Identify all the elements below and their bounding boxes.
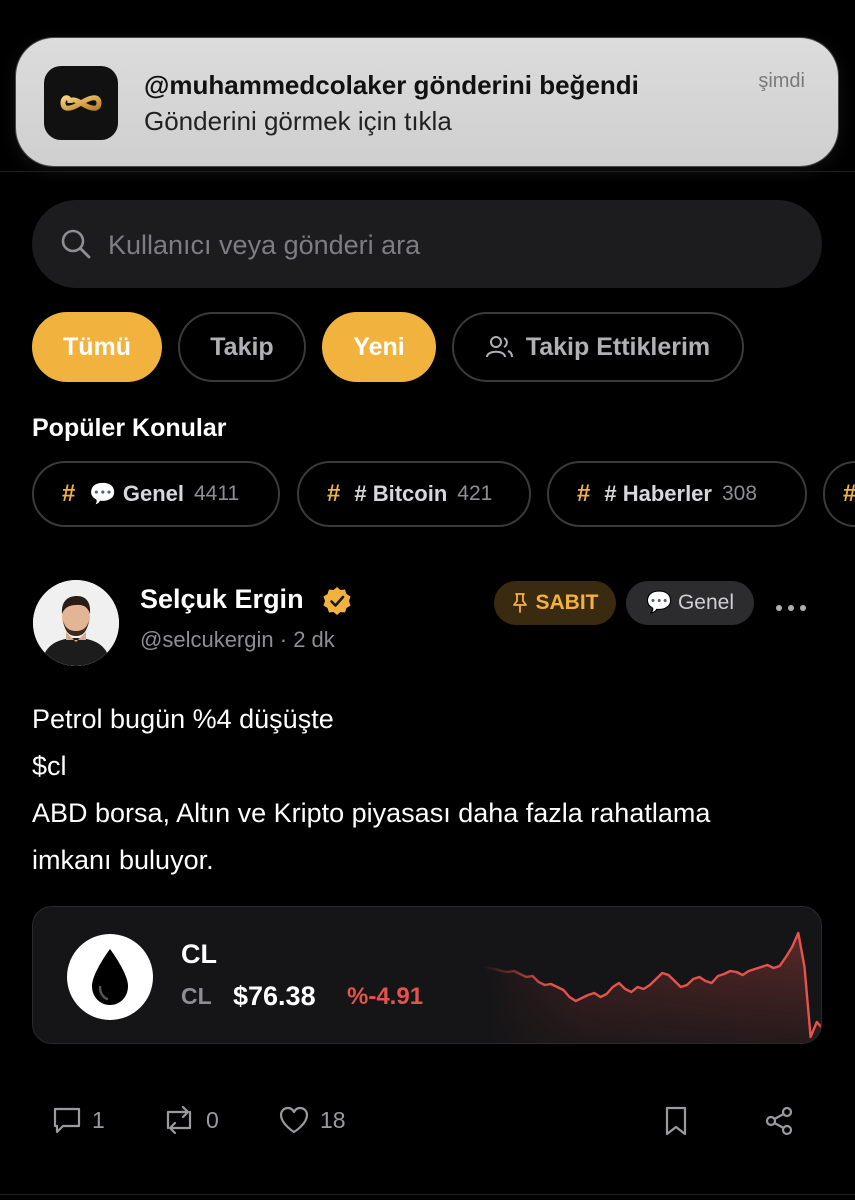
post-time: · 2 dk bbox=[279, 627, 335, 652]
repost-count: 0 bbox=[206, 1106, 219, 1133]
users-icon bbox=[485, 335, 514, 359]
post-text-line: ABD borsa, Altın ve Kripto piyasası daha… bbox=[32, 798, 711, 828]
popular-topics-title: Popüler Konular bbox=[32, 414, 227, 442]
topic-count: 421 bbox=[457, 482, 493, 505]
share-button[interactable] bbox=[764, 1106, 794, 1136]
verified-badge-icon bbox=[322, 586, 352, 621]
filter-tab-all[interactable]: Tümü bbox=[32, 312, 162, 382]
topic-chip-haberler[interactable]: # # Haberler 308 bbox=[547, 461, 807, 527]
category-label: 💬 Genel bbox=[645, 591, 735, 614]
hash-icon: # bbox=[62, 480, 76, 507]
topic-count: 308 bbox=[721, 482, 758, 505]
ticker-symbol: CL bbox=[181, 939, 217, 969]
author-name[interactable]: Selçuk Ergin bbox=[140, 584, 304, 615]
filter-tab-label: Takip bbox=[210, 332, 274, 361]
hash-icon: # bbox=[577, 480, 591, 507]
like-count: 18 bbox=[320, 1106, 346, 1133]
more-options-icon[interactable] bbox=[774, 598, 810, 618]
search-icon bbox=[60, 228, 92, 265]
ticker-price: $76.38 bbox=[233, 981, 316, 1011]
oil-drop-icon bbox=[67, 934, 153, 1020]
post-text-line: imkanı buluyor. bbox=[32, 845, 214, 875]
topic-chip-bitcoin[interactable]: # # Bitcoin 421 bbox=[297, 461, 531, 527]
repost-icon bbox=[162, 1106, 196, 1134]
author-handle-and-time: @selcukergin · 2 dk bbox=[140, 627, 335, 653]
heart-icon bbox=[278, 1106, 310, 1134]
filter-tab-new[interactable]: Yeni bbox=[322, 312, 436, 382]
avatar[interactable] bbox=[33, 580, 119, 666]
bookmark-button[interactable] bbox=[664, 1106, 688, 1136]
search-bar[interactable] bbox=[32, 200, 822, 288]
comment-icon bbox=[52, 1106, 82, 1134]
filter-tab-label: Tümü bbox=[62, 332, 132, 361]
price-sparkline bbox=[483, 931, 821, 1043]
notification-time: şimdi bbox=[758, 70, 805, 92]
notification-subtitle: Gönderini görmek için tıkla bbox=[144, 106, 452, 136]
topic-label: 💬 Genel bbox=[89, 481, 184, 506]
filter-tab-following[interactable]: Takip bbox=[178, 312, 306, 382]
pinned-label: SABIT bbox=[535, 591, 599, 614]
filter-tab-label: Yeni bbox=[353, 332, 405, 361]
divider bbox=[0, 1194, 855, 1195]
divider bbox=[0, 171, 855, 172]
filter-tab-label: Takip Ettiklerim bbox=[525, 332, 711, 361]
post-text-line[interactable]: $cl bbox=[32, 743, 832, 790]
topic-chip-next[interactable]: # bbox=[823, 461, 855, 527]
comment-button[interactable]: 1 bbox=[52, 1106, 105, 1134]
topic-label: # Haberler bbox=[604, 481, 712, 506]
hash-icon: # bbox=[843, 480, 855, 508]
pinned-badge: SABIT bbox=[494, 581, 616, 625]
share-icon bbox=[764, 1106, 794, 1136]
filter-tab-my-followings[interactable]: Takip Ettiklerim bbox=[452, 312, 744, 382]
comment-count: 1 bbox=[92, 1106, 105, 1133]
pin-icon bbox=[512, 593, 528, 613]
post-body: Petrol bugün %4 düşüşte $cl ABD borsa, A… bbox=[32, 696, 832, 884]
like-button[interactable]: 18 bbox=[278, 1106, 346, 1134]
post-text-line: Petrol bugün %4 düşüşte bbox=[32, 704, 334, 734]
topic-label: # Bitcoin bbox=[354, 481, 448, 506]
ticker-card[interactable]: CL CL $76.38 %-4.91 bbox=[32, 906, 822, 1044]
repost-button[interactable]: 0 bbox=[162, 1106, 219, 1134]
search-input[interactable] bbox=[106, 218, 800, 272]
category-badge[interactable]: 💬 Genel bbox=[626, 581, 754, 625]
infinity-logo-icon bbox=[44, 66, 118, 140]
ticker-sub-symbol: CL bbox=[181, 983, 212, 1009]
hash-icon: # bbox=[327, 480, 341, 507]
notification-title: @muhammedcolaker gönderini beğendi bbox=[144, 70, 639, 100]
ticker-change: %-4.91 bbox=[347, 983, 424, 1010]
author-handle[interactable]: @selcukergin bbox=[140, 627, 274, 652]
topic-chip-genel[interactable]: # 💬 Genel 4411 bbox=[32, 461, 280, 527]
bookmark-icon bbox=[664, 1106, 688, 1136]
topic-count: 4411 bbox=[194, 482, 240, 505]
notification-banner[interactable]: @muhammedcolaker gönderini beğendi Gönde… bbox=[16, 38, 838, 166]
